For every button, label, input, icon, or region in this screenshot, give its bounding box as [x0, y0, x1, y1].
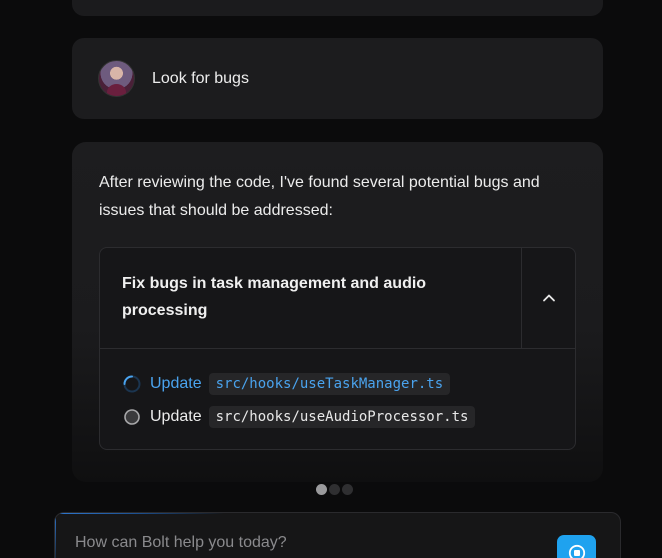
user-avatar [98, 60, 135, 97]
artifact-header[interactable]: Fix bugs in task management and audio pr… [100, 248, 575, 349]
page-dot[interactable] [342, 484, 353, 495]
step-item: Update src/hooks/useTaskManager.ts [123, 371, 575, 397]
step-file-path: src/hooks/useTaskManager.ts [208, 373, 451, 395]
user-message: Look for bugs [72, 38, 603, 119]
page-dot[interactable] [316, 484, 327, 495]
step-item: Update src/hooks/useAudioProcessor.ts [123, 404, 575, 430]
chevron-up-icon [542, 294, 555, 302]
artifact-collapse-button[interactable] [521, 248, 575, 348]
spinner-icon [123, 375, 141, 393]
prompt-input[interactable] [73, 533, 537, 553]
pending-circle-icon [124, 409, 140, 425]
previous-message-card [72, 0, 603, 16]
assistant-message-text: After reviewing the code, I've found sev… [99, 174, 540, 219]
step-label: Update [150, 375, 202, 392]
user-message-text: Look for bugs [152, 69, 249, 87]
stop-icon [568, 544, 585, 558]
artifact-panel: Fix bugs in task management and audio pr… [99, 247, 576, 450]
chat-page: Look for bugs After reviewing the code, … [0, 0, 662, 558]
step-file-path: src/hooks/useAudioProcessor.ts [208, 406, 476, 428]
page-dot[interactable] [329, 484, 340, 495]
prompt-box [54, 512, 621, 558]
pagination-dots [316, 484, 355, 495]
artifact-steps: Update src/hooks/useTaskManager.ts Updat… [100, 349, 575, 430]
step-label: Update [150, 408, 202, 425]
stop-button[interactable] [557, 535, 596, 558]
artifact-title: Fix bugs in task management and audio pr… [122, 275, 427, 319]
assistant-message: After reviewing the code, I've found sev… [72, 142, 603, 482]
